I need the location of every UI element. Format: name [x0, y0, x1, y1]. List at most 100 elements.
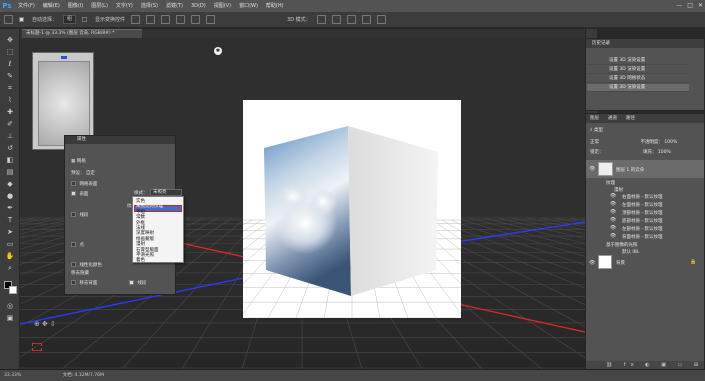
layers-panel: 图层 通道 路径 ⌕ 类型 正常 不透明度： 100% 锁定： 填充： 100%…	[585, 113, 705, 376]
mesh-icon[interactable]: ▦	[71, 159, 75, 164]
menu-item[interactable]: 选择(S)	[137, 0, 162, 12]
align-middle-icon[interactable]	[146, 15, 156, 24]
menu-item[interactable]: 图层(L)	[87, 0, 112, 12]
layer-3d-name[interactable]: 图层 1 的云朵	[616, 167, 696, 173]
history-item[interactable]: 设置 3D 网格状态	[587, 75, 689, 83]
texture-item[interactable]: 顶部材质 - 默认纹理	[622, 210, 662, 216]
tab-paths[interactable]: 路径	[626, 114, 635, 123]
visibility-eye-icon[interactable]: 👁	[610, 217, 616, 223]
maximize-button[interactable]: □	[687, 0, 693, 12]
lines-checkbox[interactable]	[71, 212, 76, 217]
style-dropdown[interactable]: 未照亮	[150, 189, 182, 196]
history-item[interactable]: 设置 3D 渲染设置	[587, 66, 689, 74]
texture-item[interactable]: 背面材质 - 默认纹理	[622, 234, 662, 240]
history-item[interactable]: 设置 3D 渲染设置	[587, 57, 689, 65]
zoom-tool-icon[interactable]: ⌕	[5, 263, 15, 273]
opacity-value[interactable]: 100%	[664, 140, 677, 145]
back-checkbox[interactable]	[71, 280, 76, 285]
align-bottom-icon[interactable]	[161, 15, 171, 24]
visibility-eye-icon[interactable]: 👁	[610, 233, 616, 239]
align-center-icon[interactable]	[191, 15, 201, 24]
quick-mask-icon[interactable]: ◎	[5, 301, 15, 311]
marquee-tool-icon[interactable]: ⬚	[5, 47, 15, 57]
menu-item[interactable]: 视图(V)	[210, 0, 235, 12]
visibility-eye-icon[interactable]: 👁	[610, 201, 616, 207]
menu-item[interactable]: 文字(Y)	[112, 0, 137, 12]
pen-tool-icon[interactable]: ✒	[5, 203, 15, 213]
history-brush-icon[interactable]: ↺	[5, 143, 15, 153]
lasso-tool-icon[interactable]: ℓ	[5, 59, 15, 69]
origin-marker-icon	[32, 343, 42, 351]
quick-select-tool-icon[interactable]: ✎	[5, 71, 15, 81]
path-select-icon[interactable]: ➤	[5, 227, 15, 237]
healing-tool-icon[interactable]: ✚	[5, 107, 15, 117]
visibility-eye-icon[interactable]: 👁	[610, 193, 616, 199]
move-tool-icon[interactable]: ✥	[5, 35, 15, 45]
drag-3d-icon[interactable]	[346, 15, 356, 24]
visibility-eye-icon[interactable]: 👁	[589, 260, 595, 266]
blend-mode-dropdown[interactable]: 正常	[590, 140, 599, 145]
menu-item[interactable]: 滤镜(T)	[162, 0, 187, 12]
background-color-swatch[interactable]	[9, 286, 17, 294]
fill-value[interactable]: 100%	[658, 150, 671, 155]
points-checkbox[interactable]	[71, 242, 76, 247]
show-transform-checkbox[interactable]	[82, 17, 88, 22]
layer-filter-dropdown[interactable]: 类型	[594, 128, 603, 133]
menu-item[interactable]: 文件(F)	[14, 0, 39, 12]
lines-option-checkbox[interactable]	[128, 280, 134, 285]
zoom-readout[interactable]: 33.33%	[4, 373, 21, 378]
texture-item[interactable]: 左部材质 - 默认纹理	[622, 226, 662, 232]
visibility-eye-icon[interactable]: 👁	[610, 209, 616, 215]
auto-select-checkbox[interactable]	[19, 17, 24, 22]
texture-item[interactable]: 左面材质 - 默认纹理	[622, 202, 662, 208]
menu-item[interactable]: 帮助(H)	[262, 0, 288, 12]
document-tab[interactable]: 未标题-1 @ 33.3% (图层 云朵, RGB/8#) *	[22, 29, 142, 38]
shape-tool-icon[interactable]: ▭	[5, 239, 15, 249]
history-item[interactable]: 设置 3D 渲染设置	[587, 84, 689, 92]
slide-3d-icon[interactable]	[361, 15, 371, 24]
screen-mode-icon[interactable]: ▣	[5, 313, 15, 323]
crop-tool-icon[interactable]: ⌗	[5, 83, 15, 93]
dropdown-option[interactable]: 着色	[136, 257, 145, 263]
layer-background-name[interactable]: 背景	[616, 260, 676, 266]
menu-item[interactable]: 图像(I)	[64, 0, 87, 12]
type-tool-icon[interactable]: T	[5, 215, 15, 225]
diffuse-checkbox[interactable]	[71, 181, 76, 186]
roll-3d-icon[interactable]	[331, 15, 341, 24]
preset-value[interactable]: 自定	[86, 171, 95, 176]
brush-tool-icon[interactable]: ✐	[5, 119, 15, 129]
texture-item[interactable]: 右面材质 - 默认纹理	[622, 194, 662, 200]
menu-item[interactable]: 3D(D)	[187, 0, 210, 12]
3d-axis-controls-icon[interactable]: ⊕✥⇩	[34, 320, 58, 328]
scale-3d-icon[interactable]	[376, 15, 386, 24]
move-tool-icon[interactable]	[4, 15, 13, 24]
close-button[interactable]: ✕	[698, 0, 703, 12]
align-right-icon[interactable]	[206, 15, 216, 24]
align-top-icon[interactable]	[131, 15, 141, 24]
visibility-eye-icon[interactable]: 👁	[610, 225, 616, 231]
blur-tool-icon[interactable]: ◆	[5, 179, 15, 189]
align-left-icon[interactable]	[176, 15, 186, 24]
eraser-tool-icon[interactable]: ◧	[5, 155, 15, 165]
auto-select-dropdown[interactable]: 组	[63, 15, 77, 24]
light-widget-icon[interactable]: ✱	[214, 47, 222, 55]
document-canvas[interactable]	[71, 100, 585, 319]
menu-item[interactable]: 窗口(W)	[235, 0, 262, 12]
layers-footer-icons[interactable]: ⛓ fx ◐ ▣ ▭ ⊞ 🗑	[586, 361, 704, 376]
surface-checkbox[interactable]	[71, 191, 76, 196]
minimize-button[interactable]: —	[676, 0, 682, 12]
tab-layers[interactable]: 图层	[590, 114, 599, 123]
gradient-tool-icon[interactable]: ▤	[5, 167, 15, 177]
doc-size-readout: 文档: 4.12M/7.76M	[62, 373, 104, 378]
stamp-tool-icon[interactable]: ⊥	[5, 131, 15, 141]
visibility-eye-icon[interactable]: 👁	[589, 166, 595, 172]
linearize-checkbox[interactable]	[71, 262, 76, 267]
tab-channels[interactable]: 通道	[608, 114, 617, 123]
menu-item[interactable]: 编辑(E)	[39, 0, 64, 12]
rotate-3d-icon[interactable]	[316, 15, 326, 24]
texture-item[interactable]: 底部材质 - 默认纹理	[622, 218, 662, 224]
eyedropper-tool-icon[interactable]: ⌇	[5, 95, 15, 105]
history-tab[interactable]: 历史记录	[586, 39, 704, 48]
hand-tool-icon[interactable]: ✋	[5, 251, 15, 261]
dodge-tool-icon[interactable]: ●	[5, 191, 15, 201]
